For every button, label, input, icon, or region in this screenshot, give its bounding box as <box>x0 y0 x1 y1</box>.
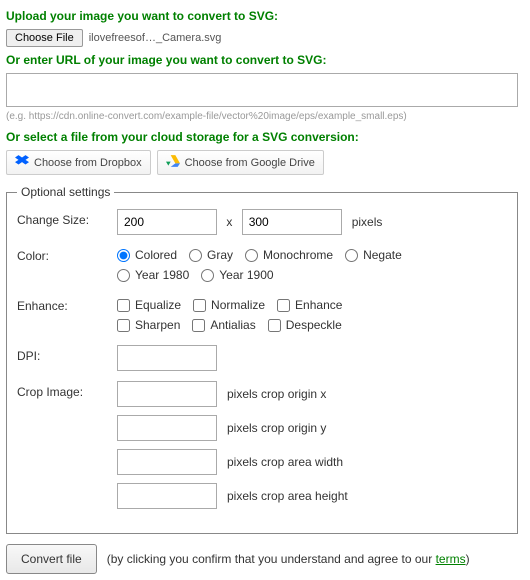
crop-origin-x-input[interactable] <box>117 381 217 407</box>
color-radio-year1900-label: Year 1900 <box>219 265 273 285</box>
google-drive-button[interactable]: Choose from Google Drive <box>157 150 324 175</box>
color-radio-colored-label: Colored <box>135 245 177 265</box>
color-radio-year1900[interactable] <box>201 269 214 282</box>
url-example-text: (e.g. https://cdn.online-convert.com/exa… <box>6 111 524 122</box>
color-radio-monochrome[interactable] <box>245 249 258 262</box>
crop-origin-y-input[interactable] <box>117 415 217 441</box>
crop-width-input[interactable] <box>117 449 217 475</box>
crop-label: Crop Image: <box>17 381 117 399</box>
dpi-content <box>117 345 507 371</box>
height-input[interactable] <box>242 209 342 235</box>
google-drive-icon <box>166 154 180 171</box>
crop-height-input[interactable] <box>117 483 217 509</box>
dropbox-button-label: Choose from Dropbox <box>34 157 142 169</box>
optional-settings-legend: Optional settings <box>17 185 114 199</box>
enhance-row: Enhance: Equalize Normalize Enhance Shar… <box>17 295 507 335</box>
url-section-title: Or enter URL of your image you want to c… <box>6 53 524 67</box>
enhance-content: Equalize Normalize Enhance Sharpen Antia… <box>117 295 507 335</box>
terms-link[interactable]: terms <box>436 552 466 566</box>
width-input[interactable] <box>117 209 217 235</box>
change-size-content: x pixels <box>117 209 507 235</box>
change-size-row: Change Size: x pixels <box>17 209 507 235</box>
color-row: Color: Colored Gray Monochrome Negate Ye… <box>17 245 507 285</box>
dropbox-button[interactable]: Choose from Dropbox <box>6 150 151 175</box>
color-radio-monochrome-label: Monochrome <box>263 245 333 265</box>
enhance-check-sharpen[interactable] <box>117 319 130 332</box>
crop-height-label: pixels crop area height <box>227 489 348 503</box>
dpi-row: DPI: <box>17 345 507 371</box>
enhance-check-sharpen-label: Sharpen <box>135 315 180 335</box>
upload-section-title: Upload your image you want to convert to… <box>6 9 524 23</box>
dropbox-icon <box>15 154 29 171</box>
enhance-check-despeckle[interactable] <box>268 319 281 332</box>
color-radio-gray-label: Gray <box>207 245 233 265</box>
color-radio-year1980[interactable] <box>117 269 130 282</box>
google-drive-button-label: Choose from Google Drive <box>185 157 315 169</box>
optional-settings-fieldset: Optional settings Change Size: x pixels … <box>6 185 518 534</box>
color-content: Colored Gray Monochrome Negate Year 1980… <box>117 245 507 285</box>
crop-width-label: pixels crop area width <box>227 455 343 469</box>
cloud-section-title: Or select a file from your cloud storage… <box>6 130 524 144</box>
confirm-prefix: (by clicking you confirm that you unders… <box>107 552 436 566</box>
color-radio-year1980-label: Year 1980 <box>135 265 189 285</box>
confirm-suffix: ) <box>466 552 470 566</box>
color-radio-negate[interactable] <box>345 249 358 262</box>
file-row: Choose File ilovefreesof…_Camera.svg <box>6 29 524 47</box>
url-input[interactable] <box>6 73 518 107</box>
color-radio-gray[interactable] <box>189 249 202 262</box>
enhance-check-normalize[interactable] <box>193 299 206 312</box>
crop-row: Crop Image: pixels crop origin x pixels … <box>17 381 507 517</box>
size-x-label: x <box>226 215 232 229</box>
crop-origin-y-label: pixels crop origin y <box>227 421 326 435</box>
size-unit-label: pixels <box>352 215 383 229</box>
confirm-text: (by clicking you confirm that you unders… <box>107 551 470 567</box>
enhance-check-antialias[interactable] <box>192 319 205 332</box>
dpi-label: DPI: <box>17 345 117 363</box>
enhance-check-equalize-label: Equalize <box>135 295 181 315</box>
enhance-check-enhance[interactable] <box>277 299 290 312</box>
convert-button[interactable]: Convert file <box>6 544 97 574</box>
chosen-file-name: ilovefreesof…_Camera.svg <box>89 32 222 44</box>
color-label: Color: <box>17 245 117 263</box>
convert-row: Convert file (by clicking you confirm th… <box>6 544 524 574</box>
enhance-label: Enhance: <box>17 295 117 313</box>
change-size-label: Change Size: <box>17 209 117 227</box>
color-radio-colored[interactable] <box>117 249 130 262</box>
choose-file-button[interactable]: Choose File <box>6 29 83 47</box>
enhance-check-despeckle-label: Despeckle <box>286 315 342 335</box>
cloud-row: Choose from Dropbox Choose from Google D… <box>6 150 524 175</box>
enhance-check-equalize[interactable] <box>117 299 130 312</box>
enhance-check-normalize-label: Normalize <box>211 295 265 315</box>
crop-content: pixels crop origin x pixels crop origin … <box>117 381 507 517</box>
crop-origin-x-label: pixels crop origin x <box>227 387 326 401</box>
enhance-check-antialias-label: Antialias <box>210 315 255 335</box>
color-radio-negate-label: Negate <box>363 245 402 265</box>
enhance-check-enhance-label: Enhance <box>295 295 342 315</box>
dpi-input[interactable] <box>117 345 217 371</box>
